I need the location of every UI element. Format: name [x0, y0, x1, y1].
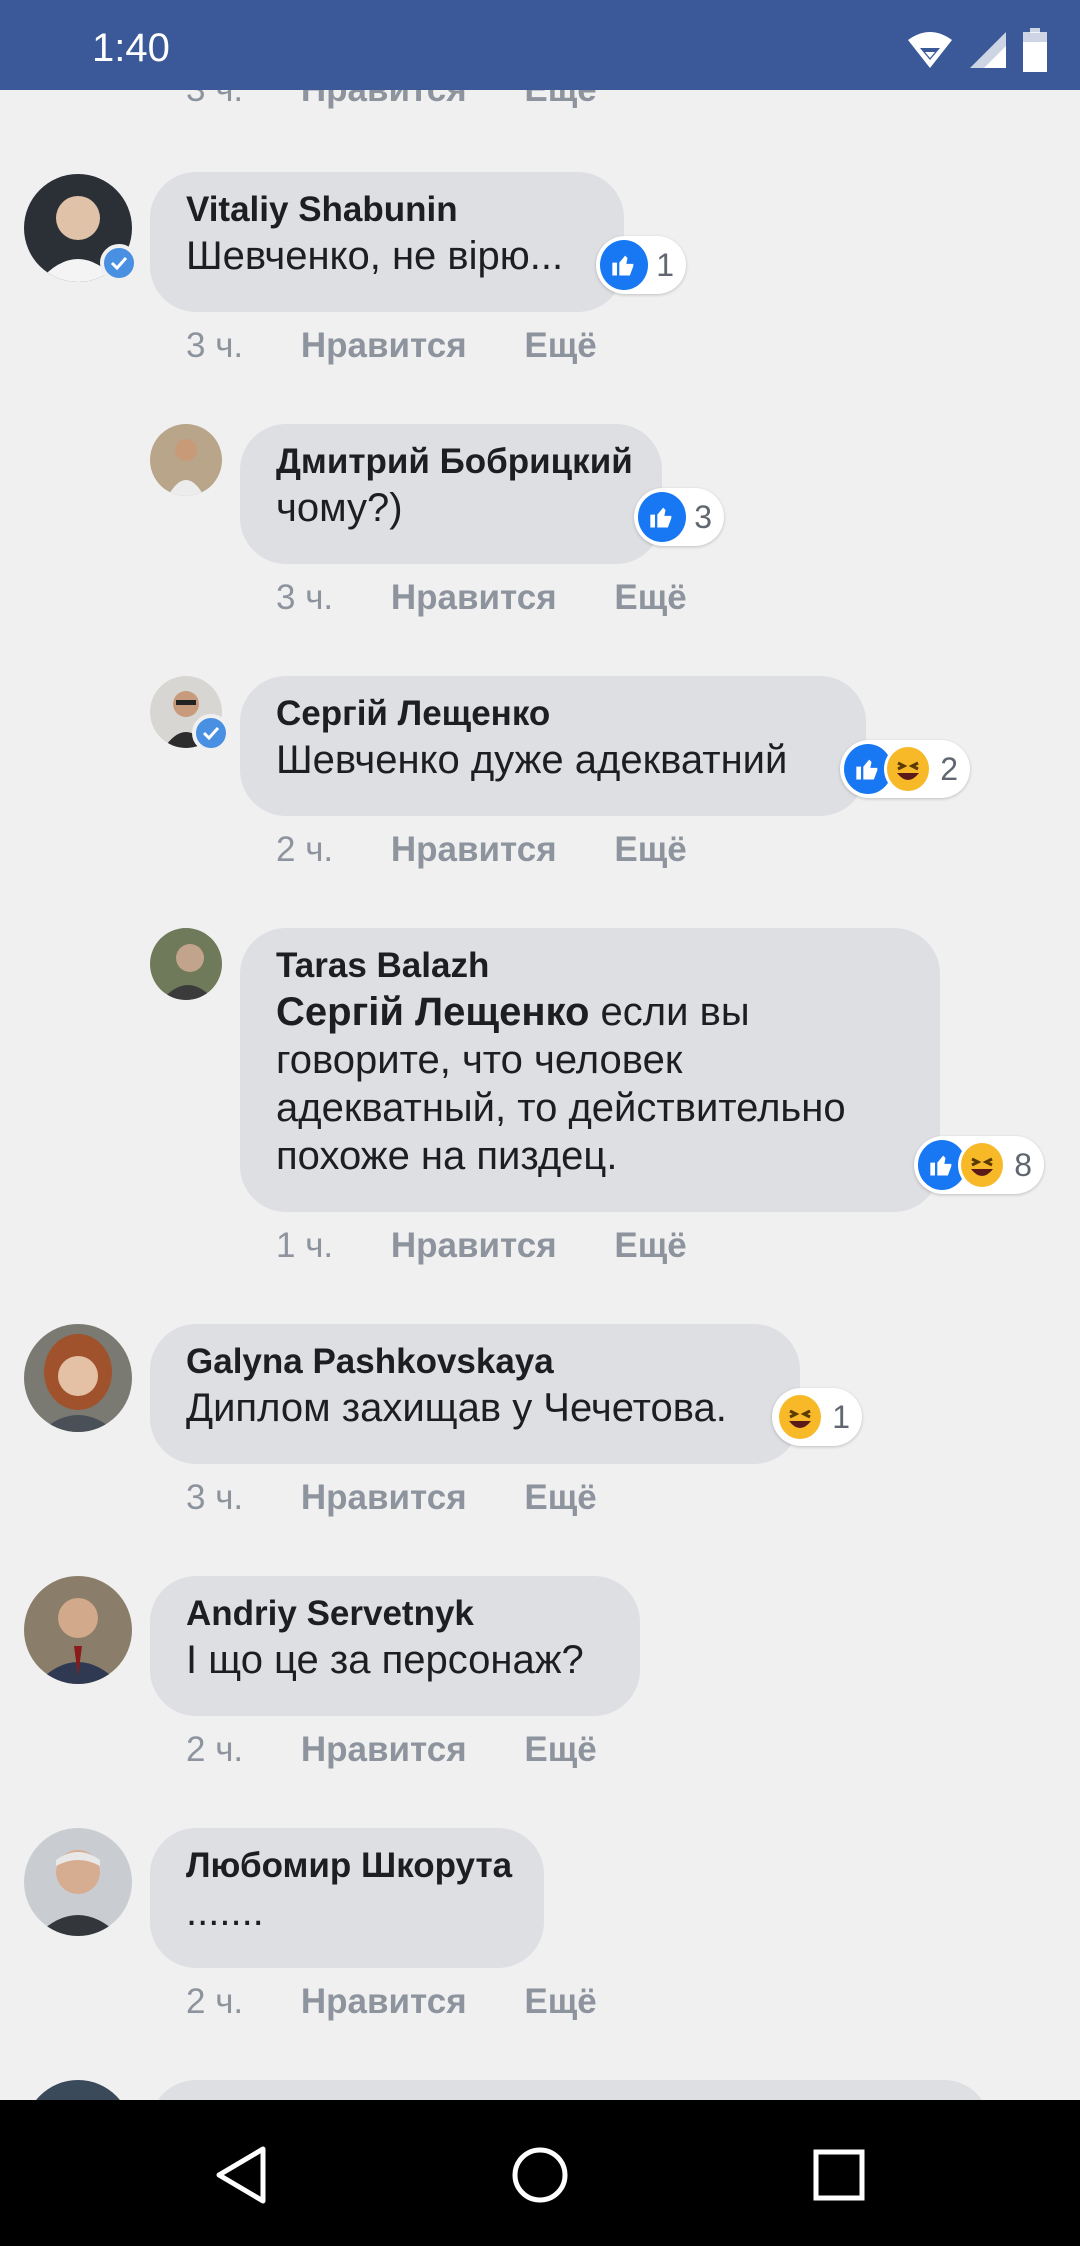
mention-link[interactable]: Сергій Лещенко	[276, 990, 589, 1034]
avatar[interactable]	[24, 2080, 132, 2100]
avatar[interactable]	[150, 424, 222, 496]
comment-bubble[interactable]: Taras Balazh Сергій Лещенко если вы гово…	[240, 928, 940, 1212]
comments-feed[interactable]: 3 ч. Нравится Ещё Vitaliy Shabunin Шевче…	[0, 0, 1080, 2100]
comment-time: 2 ч.	[186, 1730, 244, 1769]
reaction-count: 3	[694, 498, 712, 535]
comment-author[interactable]: Andriy Servetnyk	[186, 1592, 604, 1636]
avatar[interactable]	[24, 1828, 132, 1936]
comment-meta: 3 ч. Нравится Ещё	[186, 326, 645, 366]
like-reaction-icon	[600, 240, 649, 290]
comment-text: І що це за персонаж?	[186, 1638, 584, 1682]
more-link[interactable]: Ещё	[524, 1982, 596, 2021]
more-link[interactable]: Ещё	[614, 1226, 686, 1265]
comment-time: 1 ч.	[276, 1226, 334, 1265]
more-link[interactable]: Ещё	[524, 1730, 596, 1769]
comment-meta: 1 ч. Нравится Ещё	[276, 1226, 735, 1266]
reactions-badge[interactable]: 3	[634, 488, 724, 546]
reactions-badge[interactable]: 2	[840, 740, 970, 798]
reaction-count: 1	[656, 246, 674, 283]
comment-bubble[interactable]: Сергій Лещенко Шевченко дуже адекватний	[240, 676, 866, 816]
comment-bubble[interactable]: Galyna Pashkovskaya Диплом захищав у Чеч…	[150, 1324, 800, 1464]
status-time: 1:40	[92, 26, 170, 70]
reaction-count: 8	[1014, 1146, 1032, 1183]
more-link[interactable]: Ещё	[614, 578, 686, 617]
comment-author[interactable]: Galyna Pashkovskaya	[186, 1340, 764, 1384]
comment-time: 3 ч.	[186, 1478, 244, 1517]
comment-bubble[interactable]: Любомир Шкорута .......	[150, 1828, 544, 1968]
comment-bubble[interactable]	[150, 2080, 990, 2100]
comment-time: 3 ч.	[186, 326, 244, 365]
comment-author[interactable]: Сергій Лещенко	[276, 692, 830, 736]
comment-meta: 2 ч. Нравится Ещё	[276, 830, 735, 870]
reactions-badge[interactable]: 8	[914, 1136, 1044, 1194]
like-link[interactable]: Нравится	[391, 830, 557, 869]
haha-reaction-icon	[776, 1392, 825, 1442]
like-link[interactable]: Нравится	[301, 326, 467, 365]
comment-time: 2 ч.	[186, 1982, 244, 2021]
comment-text: чому?)	[276, 486, 403, 530]
comment-text: Диплом захищав у Чечетова.	[186, 1386, 727, 1430]
status-bar: 1:40	[0, 0, 1080, 90]
comment-bubble[interactable]: Дмитрий Бобрицкий чому?)	[240, 424, 662, 564]
comment-time: 2 ч.	[276, 830, 334, 869]
battery-icon	[1022, 27, 1048, 77]
comment-author[interactable]: Любомир Шкорута	[186, 1844, 512, 1888]
navigation-bar	[0, 2100, 1080, 2246]
comment-author[interactable]: Taras Balazh	[276, 944, 904, 988]
verified-badge-icon	[100, 244, 138, 282]
comment-text: .......	[186, 1890, 264, 1934]
more-link[interactable]: Ещё	[524, 326, 596, 365]
like-link[interactable]: Нравится	[301, 1478, 467, 1517]
like-link[interactable]: Нравится	[391, 1226, 557, 1265]
status-icons	[906, 27, 1048, 77]
comment-meta: 2 ч. Нравится Ещё	[186, 1982, 645, 2022]
comment-bubble[interactable]: Vitaliy Shabunin Шевченко, не вірю...	[150, 172, 624, 312]
more-link[interactable]: Ещё	[614, 830, 686, 869]
comment-text: Шевченко дуже адекватний	[276, 738, 788, 782]
comment-meta: 3 ч. Нравится Ещё	[186, 1478, 645, 1518]
comment-bubble[interactable]: Andriy Servetnyk І що це за персонаж?	[150, 1576, 640, 1716]
comment-meta: 3 ч. Нравится Ещё	[276, 578, 735, 618]
like-reaction-icon	[638, 492, 687, 542]
more-link[interactable]: Ещё	[524, 1478, 596, 1517]
reactions-badge[interactable]: 1	[596, 236, 686, 294]
comment-author[interactable]: Vitaliy Shabunin	[186, 188, 588, 232]
avatar[interactable]	[24, 1324, 132, 1432]
reaction-count: 1	[832, 1398, 850, 1435]
comment-meta: 2 ч. Нравится Ещё	[186, 1730, 645, 1770]
reactions-badge[interactable]: 1	[772, 1388, 862, 1446]
wifi-icon	[906, 30, 954, 75]
like-link[interactable]: Нравится	[301, 1982, 467, 2021]
signal-icon	[968, 30, 1008, 75]
like-link[interactable]: Нравится	[301, 1730, 467, 1769]
recents-icon[interactable]	[804, 2140, 874, 2210]
home-icon[interactable]	[505, 2140, 575, 2210]
back-icon[interactable]	[206, 2140, 276, 2210]
reaction-count: 2	[940, 750, 958, 787]
verified-badge-icon	[192, 714, 230, 752]
avatar[interactable]	[150, 928, 222, 1000]
haha-reaction-icon	[883, 744, 933, 794]
comment-text: Сергій Лещенко если вы говорите, что чел…	[276, 988, 904, 1180]
haha-reaction-icon	[957, 1140, 1007, 1190]
like-link[interactable]: Нравится	[391, 578, 557, 617]
comment-author[interactable]: Дмитрий Бобрицкий	[276, 440, 633, 484]
comment-time: 3 ч.	[276, 578, 334, 617]
comment-text: Шевченко, не вірю...	[186, 234, 564, 278]
avatar[interactable]	[24, 1576, 132, 1684]
